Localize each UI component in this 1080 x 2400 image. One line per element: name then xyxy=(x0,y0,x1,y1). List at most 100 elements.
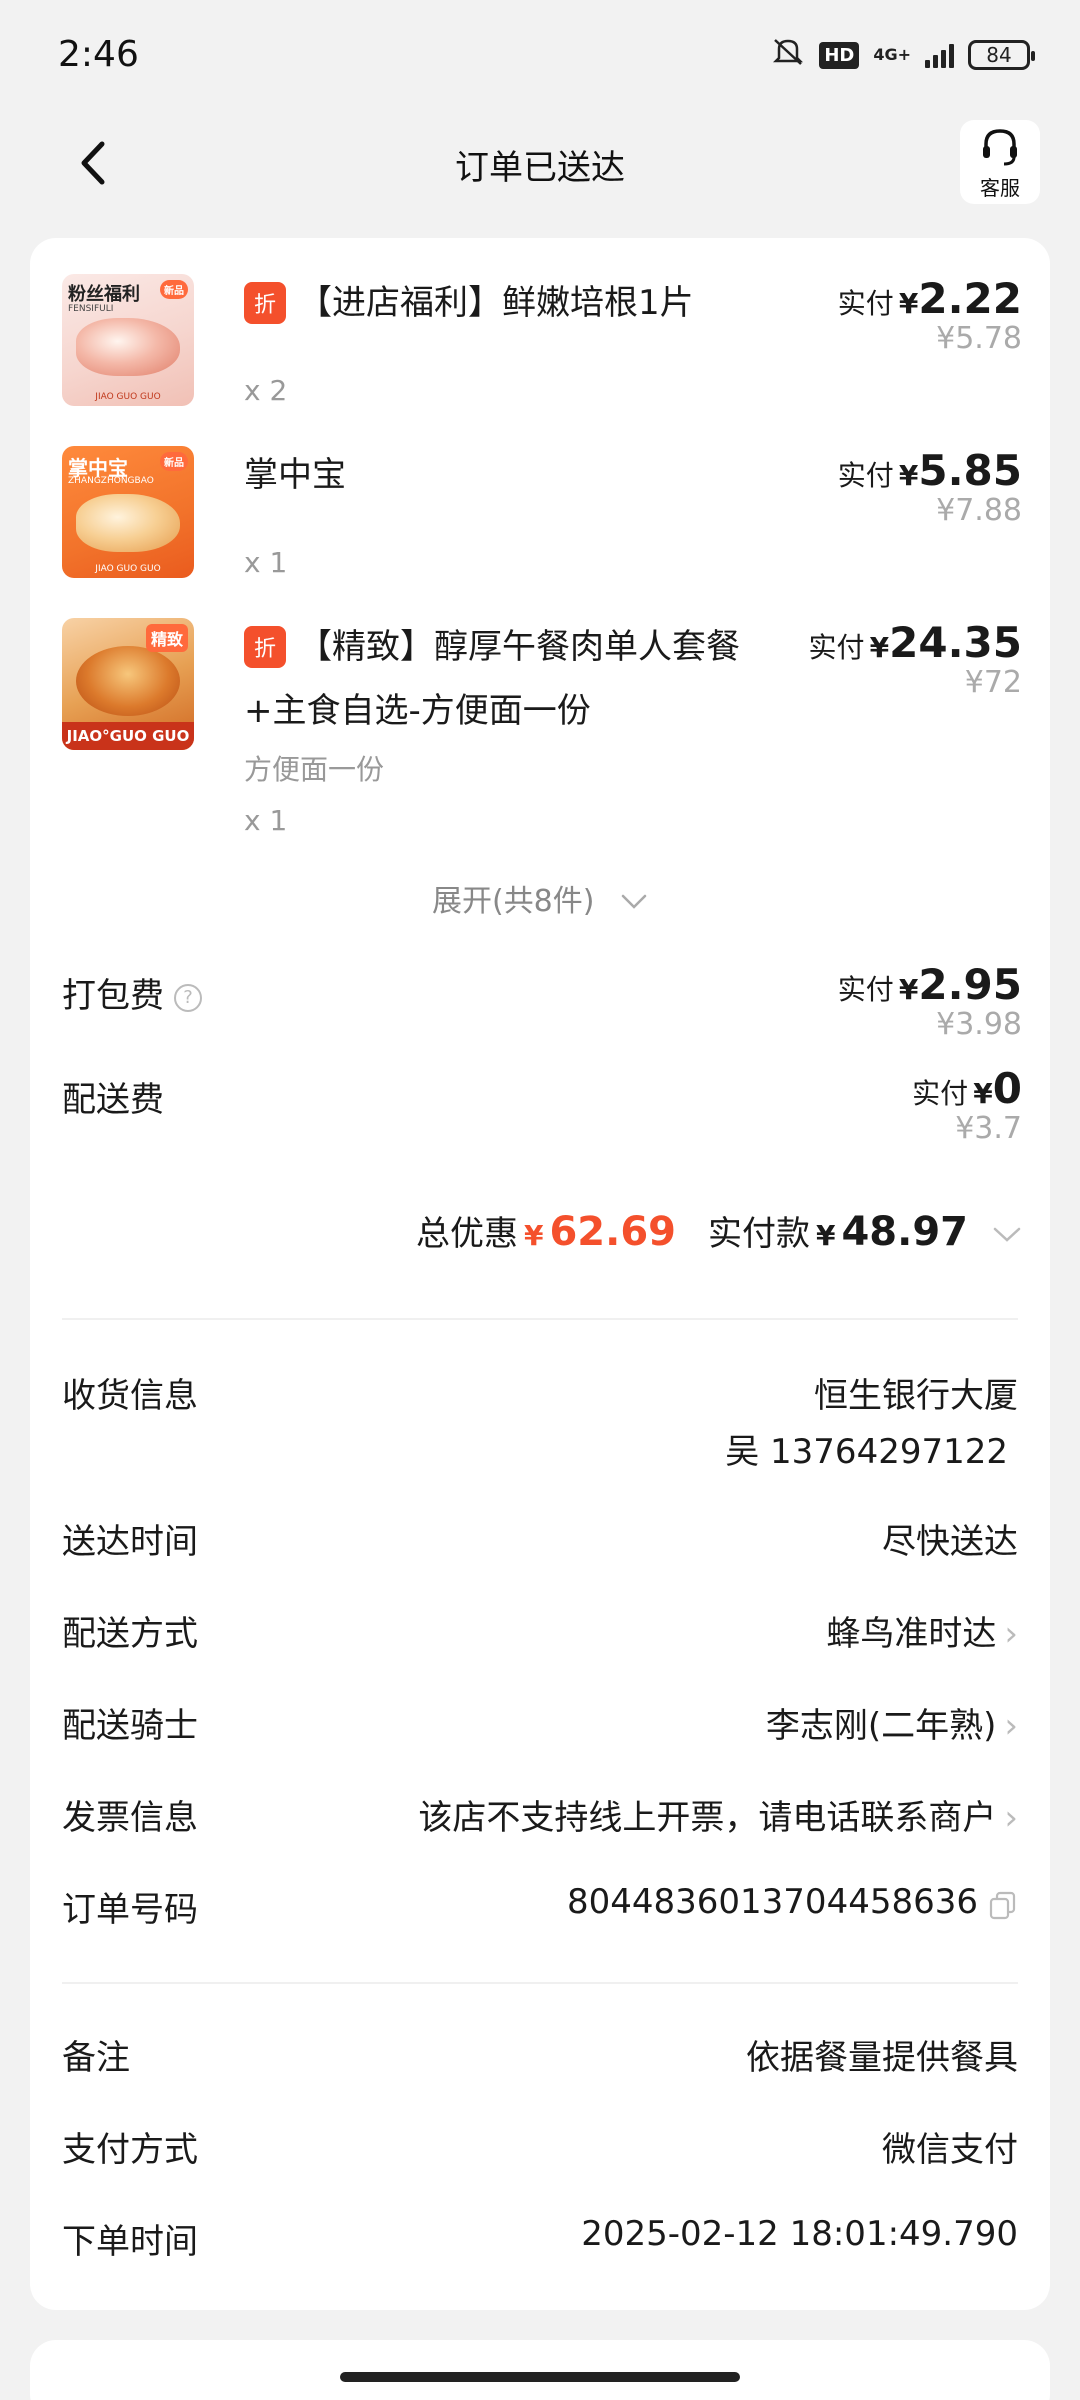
delivery-time-value: 尽快送达 xyxy=(882,1522,1018,1562)
status-bar: 2:46 HD 4G+ 84 xyxy=(0,0,1080,115)
product-thumbnail: 粉丝福利 FENSIFULI 新品 JIAO GUO GUO xyxy=(62,274,194,406)
info-value: 该店不支持线上开票，请电话联系商户 › xyxy=(418,1790,1018,1839)
network-type: 4G+ xyxy=(873,45,911,64)
currency-symbol: ¥ xyxy=(523,1219,544,1252)
paid-amount: 2.95 xyxy=(918,960,1022,1009)
paid-label: 实付 xyxy=(837,973,894,1006)
headset-icon xyxy=(983,128,1017,165)
delivery-method-row[interactable]: 配送方式 蜂鸟准时达 › xyxy=(62,1606,1018,1666)
info-label: 备注 xyxy=(62,2038,130,2078)
expand-items-button[interactable]: 展开(共8件) xyxy=(30,876,1050,920)
product-thumbnail: 精致 JIAO°GUO GUO xyxy=(62,618,194,750)
order-item[interactable]: 掌中宝 ZHANGZHONGBAO 新品 JIAO GUO GUO 掌中宝 x … xyxy=(62,446,1022,586)
order-item[interactable]: 粉丝福利 FENSIFULI 新品 JIAO GUO GUO 折 【进店福利】鲜… xyxy=(62,274,1022,414)
item-name: 【进店福利】鲜嫩培根1片 xyxy=(298,283,694,323)
packaging-fee-row: 打包费? 实付 ¥2.95 ¥3.98 xyxy=(62,960,1022,1050)
delivery-method-value: 蜂鸟准时达 xyxy=(826,1614,997,1654)
thumb-subtitle: ZHANGZHONGBAO xyxy=(68,476,154,486)
item-name-line1: 【精致】醇厚午餐肉单人套餐 xyxy=(298,627,740,667)
currency-symbol: ¥ xyxy=(898,973,919,1006)
original-price: ¥5.78 xyxy=(936,321,1022,356)
thumb-tag: 新品 xyxy=(160,280,188,299)
paid-label: 实付 xyxy=(912,1077,969,1110)
copy-icon[interactable] xyxy=(988,1889,1018,1919)
paid-total: 48.97 xyxy=(841,1209,968,1255)
info-label: 配送方式 xyxy=(62,1614,198,1654)
original-price: ¥7.88 xyxy=(936,493,1022,528)
signal-icon xyxy=(925,42,954,68)
price-block: 实付 ¥2.22 ¥5.78 xyxy=(838,274,1022,356)
price-block: 实付 ¥5.85 ¥7.88 xyxy=(838,446,1022,528)
item-quantity: x 1 xyxy=(244,804,288,837)
invoice-value: 该店不支持线上开票，请电话联系商户 xyxy=(418,1798,997,1838)
status-time: 2:46 xyxy=(58,34,139,75)
invoice-row[interactable]: 发票信息 该店不支持线上开票，请电话联系商户 › xyxy=(62,1790,1018,1850)
remark-row: 备注 依据餐量提供餐具 xyxy=(62,2030,1018,2090)
delivery-fee-row: 配送费 实付 ¥0 ¥3.7 xyxy=(62,1064,1022,1154)
hd-badge: HD xyxy=(819,41,860,69)
nav-bar: 订单已送达 客服 xyxy=(0,120,1080,210)
currency-symbol: ¥ xyxy=(815,1219,836,1252)
divider xyxy=(62,1318,1018,1320)
currency-symbol: ¥ xyxy=(898,287,919,320)
food-image xyxy=(76,318,180,376)
original-price: ¥72 xyxy=(964,665,1022,700)
thumb-brand: JIAO GUO GUO xyxy=(95,564,161,574)
info-value: 李志刚(二年熟) › xyxy=(766,1698,1018,1747)
expand-label: 展开(共8件) xyxy=(431,884,595,919)
thumb-brand: JIAO GUO GUO xyxy=(95,392,161,402)
payment-method-row: 支付方式 微信支付 xyxy=(62,2122,1018,2182)
status-icons: HD 4G+ 84 xyxy=(771,36,1035,74)
paid-amount: 0 xyxy=(992,1064,1022,1113)
info-label: 收货信息 xyxy=(62,1376,198,1416)
food-image xyxy=(76,646,180,716)
info-label: 配送骑士 xyxy=(62,1706,198,1746)
customer-service-button[interactable]: 客服 xyxy=(960,120,1040,204)
remark-value: 依据餐量提供餐具 xyxy=(746,2038,1018,2078)
product-thumbnail: 掌中宝 ZHANGZHONGBAO 新品 JIAO GUO GUO xyxy=(62,446,194,578)
thumb-subtitle: FENSIFULI xyxy=(68,304,114,314)
battery-level: 84 xyxy=(986,43,1012,67)
chevron-right-icon: › xyxy=(1004,1614,1018,1654)
delivery-time-row: 送达时间 尽快送达 xyxy=(62,1514,1018,1574)
info-value: 蜂鸟准时达 › xyxy=(826,1606,1018,1655)
total-discount: 62.69 xyxy=(549,1209,676,1255)
info-label: 支付方式 xyxy=(62,2130,198,2170)
item-spec: 方便面一份 xyxy=(244,753,385,786)
info-label: 送达时间 xyxy=(62,1522,198,1562)
chevron-right-icon: › xyxy=(1004,1798,1018,1838)
price-block: 实付 ¥2.95 ¥3.98 xyxy=(838,960,1022,1042)
total-summary[interactable]: 总优惠 ¥62.69 实付款 ¥48.97 xyxy=(416,1206,1022,1255)
item-name: 掌中宝 xyxy=(244,455,346,495)
chevron-down-icon xyxy=(620,884,648,919)
price-block: 实付 ¥24.35 ¥72 xyxy=(809,618,1022,700)
thumb-brand: JIAO°GUO GUO xyxy=(62,722,194,750)
paid-amount: 5.85 xyxy=(918,446,1022,495)
currency-symbol: ¥ xyxy=(898,459,919,492)
thumb-tag: 新品 xyxy=(160,452,188,471)
contact-value: 吴 13764297122 xyxy=(725,1432,1008,1472)
page-title: 订单已送达 xyxy=(455,148,625,188)
currency-symbol: ¥ xyxy=(869,631,890,664)
info-label: 订单号码 xyxy=(62,1890,198,1930)
fee-label: 配送费 xyxy=(62,1080,164,1120)
address-value: 恒生银行大厦 xyxy=(814,1376,1018,1416)
info-label: 发票信息 xyxy=(62,1798,198,1838)
order-item[interactable]: 精致 JIAO°GUO GUO 折 【精致】醇厚午餐肉单人套餐 +主食自选-方便… xyxy=(62,618,1022,858)
item-quantity: x 2 xyxy=(244,374,288,407)
discount-badge: 折 xyxy=(244,626,286,668)
rider-value: 李志刚(二年熟) xyxy=(765,1706,997,1746)
order-time-value: 2025-02-12 18:01:49.790 xyxy=(581,2214,1018,2254)
info-label: 下单时间 xyxy=(62,2222,198,2262)
paid-label: 实付 xyxy=(837,287,894,320)
rider-row[interactable]: 配送骑士 李志刚(二年熟) › xyxy=(62,1698,1018,1758)
order-card: 粉丝福利 FENSIFULI 新品 JIAO GUO GUO 折 【进店福利】鲜… xyxy=(30,238,1050,2310)
item-name-line2: +主食自选-方便面一份 xyxy=(244,691,591,731)
chevron-down-icon xyxy=(992,1218,1022,1253)
home-indicator[interactable] xyxy=(340,2372,740,2382)
price-block: 实付 ¥0 ¥3.7 xyxy=(912,1064,1022,1146)
order-number-row: 订单号码 8044836013704458636 xyxy=(62,1882,1018,1942)
payment-method-value: 微信支付 xyxy=(882,2130,1018,2170)
paid-label: 实付 xyxy=(808,631,865,664)
help-icon[interactable]: ? xyxy=(174,983,202,1012)
